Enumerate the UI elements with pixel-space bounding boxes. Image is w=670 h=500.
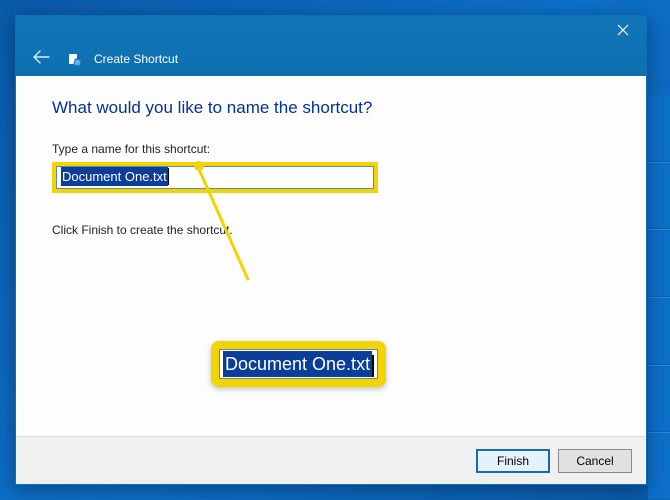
cancel-button[interactable]: Cancel [558, 449, 632, 473]
magnified-caret [372, 355, 374, 377]
magnified-callout: Document One.txt [211, 341, 386, 387]
page-heading: What would you like to name the shortcut… [52, 98, 610, 118]
text-caret [168, 168, 169, 185]
footer: Finish Cancel [16, 436, 646, 484]
close-button[interactable] [600, 16, 646, 46]
instruction-text: Click Finish to create the shortcut. [52, 223, 610, 237]
back-button[interactable] [28, 48, 54, 70]
finish-button[interactable]: Finish [476, 449, 550, 473]
content-area: What would you like to name the shortcut… [16, 76, 646, 436]
shortcut-name-input[interactable]: Document One.txt [56, 166, 374, 189]
magnified-selected-text: Document One.txt [223, 351, 372, 377]
titlebar: Create Shortcut [16, 16, 646, 76]
selected-text: Document One.txt [61, 167, 168, 186]
desktop-background-ribbon [648, 95, 670, 500]
shortcut-icon [68, 53, 80, 65]
back-arrow-icon [32, 50, 50, 64]
annotation-dot [194, 161, 204, 171]
input-highlight-annotation: Document One.txt [52, 162, 378, 193]
close-icon [617, 23, 629, 39]
create-shortcut-wizard-window: Create Shortcut What would you like to n… [15, 15, 647, 485]
field-label: Type a name for this shortcut: [52, 142, 610, 156]
magnified-input: Document One.txt [219, 349, 378, 379]
window-title: Create Shortcut [94, 52, 178, 66]
